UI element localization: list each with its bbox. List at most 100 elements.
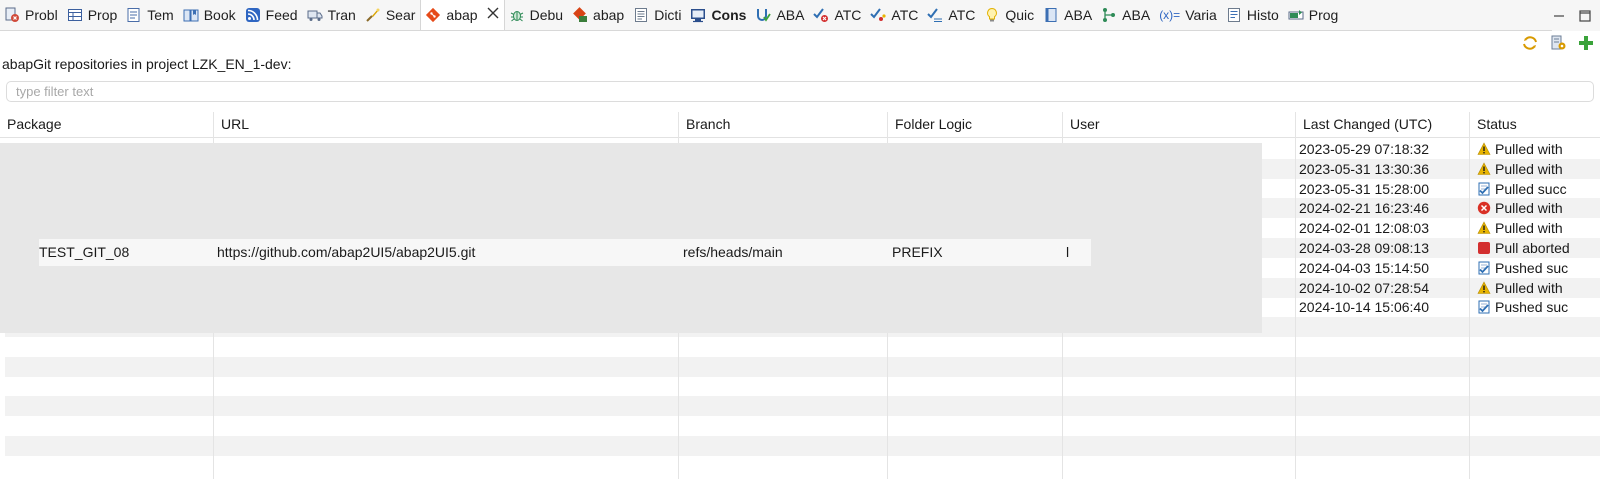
warning-icon	[1477, 221, 1491, 235]
success-checklist-icon	[1477, 300, 1491, 314]
user-cell: l	[1066, 244, 1070, 260]
history-icon	[1226, 7, 1242, 23]
add-icon[interactable]	[1576, 33, 1596, 53]
status-text: Pushed suc	[1495, 299, 1569, 316]
column-header-branch[interactable]: Branch	[679, 112, 730, 138]
tab-label: ATC	[948, 7, 976, 23]
status-text: Pulled with	[1495, 141, 1563, 157]
tab-abapgit[interactable]: abap	[420, 0, 505, 30]
abap-doc-icon	[1043, 7, 1059, 23]
last-changed-cell: 2023-05-29 07:18:32	[1299, 141, 1429, 157]
tab-label: Prop	[87, 7, 118, 23]
warning-icon	[1477, 142, 1491, 156]
tab-label: Sear	[385, 7, 416, 23]
table-row[interactable]	[5, 436, 1600, 456]
error-icon	[1477, 201, 1491, 215]
tab-quick-assist[interactable]: Quic	[980, 0, 1039, 30]
tab-abap-unit[interactable]: ABA	[751, 0, 809, 30]
status-text: Pulled with	[1495, 200, 1563, 217]
table-row[interactable]	[5, 416, 1600, 436]
status-text: Pulled with	[1495, 279, 1563, 296]
table-row[interactable]	[5, 396, 1600, 417]
column-header-user[interactable]: User	[1063, 112, 1100, 138]
tab-debug[interactable]: Debu	[505, 0, 568, 30]
status-text: Pulled succ	[1495, 180, 1567, 197]
view-tab-bar: Probl Prop Tem Book Feed Tran Sear abap Debu abap…	[0, 0, 1600, 31]
console-icon	[690, 7, 706, 23]
filter-input[interactable]	[6, 81, 1594, 102]
tab-templates[interactable]: Tem	[122, 0, 178, 30]
tab-label: Tem	[147, 7, 174, 23]
tab-variables[interactable]: (x)= Varia	[1155, 0, 1222, 30]
repository-list-caption: abapGit repositories in project LZK_EN_1…	[2, 56, 292, 72]
tab-properties[interactable]: Prop	[63, 0, 123, 30]
refresh-icon[interactable]	[1520, 33, 1540, 53]
status-cell: Pull aborted	[1477, 238, 1600, 258]
column-separator[interactable]	[1469, 112, 1470, 479]
maximize-icon[interactable]	[1578, 9, 1592, 23]
tab-atc-problems[interactable]: ATC	[809, 0, 866, 30]
stop-icon	[1477, 241, 1491, 255]
status-cell: Pulled with	[1477, 278, 1600, 298]
tab-abap-doc[interactable]: ABA	[1039, 0, 1097, 30]
tab-atc-exemptions[interactable]: ATC	[923, 0, 980, 30]
table-row[interactable]	[5, 356, 1600, 377]
column-header-url[interactable]: URL	[214, 112, 249, 138]
tab-search[interactable]: Sear	[361, 0, 421, 30]
dictionary-icon	[633, 7, 649, 23]
variables-icon: (x)=	[1159, 8, 1181, 22]
column-header-last-changed[interactable]: Last Changed (UTC)	[1296, 112, 1432, 138]
atc-results-icon	[870, 7, 887, 23]
tab-label: ABA	[776, 7, 805, 23]
column-header-status[interactable]: Status	[1470, 112, 1517, 138]
column-separator[interactable]	[1295, 112, 1296, 479]
last-changed-cell: 2024-04-03 15:14:50	[1299, 259, 1429, 276]
tab-history[interactable]: Histo	[1222, 0, 1284, 30]
tab-label: Debu	[529, 7, 564, 23]
abapgit-icon	[425, 7, 441, 23]
table-row[interactable]	[5, 377, 1600, 397]
tab-feed[interactable]: Feed	[241, 0, 303, 30]
tab-label: Varia	[1185, 7, 1217, 23]
tab-console[interactable]: Cons	[686, 0, 751, 30]
tab-label: ATC	[834, 7, 862, 23]
status-text: Pulled with	[1495, 220, 1563, 237]
last-changed-cell: 2023-05-31 13:30:36	[1299, 160, 1429, 177]
loading-overlay	[0, 143, 1262, 333]
tab-atc-results[interactable]: ATC	[866, 0, 923, 30]
tab-label: ATC	[891, 7, 919, 23]
tab-label: Dicti	[654, 7, 682, 23]
last-changed-cell: 2024-02-01 12:08:03	[1299, 220, 1429, 237]
window-controls	[1552, 0, 1600, 31]
atc-exemptions-icon	[927, 7, 943, 23]
column-header-folder-logic[interactable]: Folder Logic	[888, 112, 972, 138]
tab-abapgit-staging[interactable]: abap	[568, 0, 629, 30]
tab-label: Probl	[25, 7, 58, 23]
status-text: Pull aborted	[1495, 240, 1570, 256]
url-cell: https://github.com/abap2UI5/abap2UI5.git	[217, 244, 476, 260]
tab-progress[interactable]: Prog	[1284, 0, 1344, 30]
tab-abap-type-hierarchy[interactable]: ABA	[1097, 0, 1155, 30]
status-cell: Pushed suc	[1477, 297, 1600, 317]
package-cell: TEST_GIT_08	[39, 244, 130, 260]
status-text: Pulled with	[1495, 160, 1563, 177]
tab-bookmarks[interactable]: Book	[179, 0, 241, 30]
tab-transport[interactable]: Tran	[303, 0, 361, 30]
tab-dictionary[interactable]: Dicti	[629, 0, 686, 30]
minimize-icon[interactable]	[1552, 9, 1566, 23]
tab-label: Prog	[1308, 7, 1339, 23]
table-row[interactable]	[5, 456, 1600, 476]
close-icon[interactable]	[487, 7, 499, 23]
tab-label: Quic	[1005, 7, 1035, 23]
search-icon	[365, 7, 381, 23]
configure-icon[interactable]	[1548, 33, 1568, 53]
table-row[interactable]	[5, 337, 1600, 357]
column-header-package[interactable]: Package	[0, 112, 61, 138]
branch-cell: refs/heads/main	[683, 244, 783, 260]
dragged-row[interactable]: TEST_GIT_08 https://github.com/abap2UI5/…	[39, 239, 1091, 266]
tab-label: Feed	[265, 7, 298, 23]
last-changed-cell: 2024-02-21 16:23:46	[1299, 200, 1429, 217]
tab-label: Tran	[327, 7, 356, 23]
tab-problems[interactable]: Probl	[0, 0, 63, 30]
last-changed-cell: 2024-10-02 07:28:54	[1299, 279, 1429, 296]
